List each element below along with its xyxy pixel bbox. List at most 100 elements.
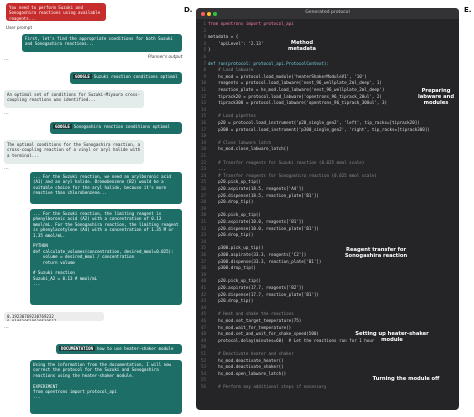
line-number: 25 (200, 179, 206, 185)
line-number: 48 (200, 331, 206, 337)
code-line: hs_mod.deactivate_shaker() (208, 364, 284, 370)
code-line: # Transfer reagents for Sonogashira reac… (208, 172, 377, 178)
line-number: 41 (200, 285, 206, 290)
line-number: 36 (200, 252, 206, 257)
line-number: 17 (200, 126, 206, 132)
line-number: 23 (200, 166, 206, 172)
documentation-query: how to use heater-shaker module (97, 346, 174, 351)
code-line: p20.dispense(17.7, reaction_plate['B1']) (208, 291, 319, 297)
code-output: 0.19230769230769232 0.018518518518518517 (4, 312, 104, 321)
line-number: 43 (200, 298, 206, 304)
line-number: 5 (203, 47, 206, 53)
planner-message-1: First, let's find the appropriate condit… (22, 34, 182, 52)
annotation-module-off: Turning the module off (372, 376, 440, 382)
conversation-panel: You need to perform Suzuki and Sonogashi… (0, 0, 190, 417)
ellipsis: ... (4, 56, 9, 62)
code-line: p20.aspirate(17.7, reagents['B2']) (208, 285, 304, 290)
google-tag: GOOGLE (53, 124, 72, 130)
line-number: 47 (200, 324, 206, 330)
code-line: p20.dispense(18.5, reaction_plate['B1']) (208, 192, 319, 198)
code-line: # Load pipettes (208, 113, 256, 119)
line-number: 50 (200, 344, 206, 350)
code-line: p20.pick_up_tip() (208, 179, 261, 185)
line-number: 11 (200, 87, 206, 92)
code-line: # Perform any additional steps if necess… (208, 384, 327, 389)
line-number: 51 (200, 351, 206, 356)
documentation-search: DOCUMENTATION how to use heater-shaker mo… (56, 344, 182, 354)
line-number: 49 (200, 337, 206, 343)
line-number: 26 (200, 186, 206, 191)
code-line: 'apiLevel': '2.13' (208, 40, 264, 46)
planner-message-3: ... For the Suzuki reaction, the limitin… (30, 209, 182, 305)
code-line: hs_mod.wait_for_temperature() (208, 324, 292, 330)
line-number: 22 (200, 159, 206, 165)
line-number: 29 (200, 205, 206, 211)
code-line: def run(protocol: protocol_api.ProtocolC… (208, 60, 330, 66)
documentation-tag: DOCUMENTATION (59, 346, 96, 352)
line-number: 3 (203, 34, 206, 40)
line-number: 34 (200, 238, 206, 244)
code-area[interactable]: 1 from opentrons import protocol_api 2 3 met… (196, 20, 459, 408)
planner-message-2: ... For the Suzuki reaction, we need an … (30, 172, 182, 204)
ellipsis: ... (4, 110, 9, 116)
code-line: } (208, 47, 211, 53)
code-line: p20.aspirate(18.5, reagents['A4']) (208, 186, 304, 191)
line-number: 13 (200, 100, 206, 106)
line-number: 21 (200, 153, 206, 158)
annotation-reagents: Reagent transfer for Sonogashira reactio… (344, 247, 408, 260)
search-result-1: An optimal set of conditions for Suzuki-… (4, 90, 144, 108)
line-number: 44 (200, 304, 206, 310)
line-number: 39 (200, 271, 206, 277)
line-number: 42 (200, 291, 206, 297)
line-number: 1 (203, 21, 206, 26)
code-line: p300.drop_tip() (208, 265, 256, 271)
line-number: 32 (200, 225, 206, 231)
line-number: 52 (200, 357, 206, 363)
line-number: 18 (200, 133, 206, 139)
code-line: ... (208, 166, 226, 172)
code-line: p300 = protocol.load_instrument('p300_si… (208, 126, 430, 132)
line-number: 55 (200, 377, 206, 383)
line-number: 7 (203, 60, 206, 66)
code-line: p20.dispense(10.0, reaction_plate['B1']) (208, 225, 319, 231)
code-line: p20.drop_tip() (208, 232, 254, 238)
planner-output-label: Planner's output (148, 54, 183, 59)
code-line: p20.pick_up_tip() (208, 278, 261, 284)
line-number: 12 (200, 93, 206, 99)
code-line: # Deactivate heater and shaker (208, 351, 294, 356)
line-number: 14 (200, 106, 206, 112)
line-number: 46 (200, 318, 206, 323)
code-line: hs_mod = protocol.load_module('heaterSha… (208, 73, 367, 79)
code-line: p20.drop_tip() (208, 298, 254, 304)
google-query: Suzuki reaction conditions optimal (93, 74, 178, 79)
google-search-2: GOOGLE Sonogashira reaction conditions op… (50, 122, 182, 134)
line-number: 38 (200, 265, 206, 271)
line-number: 16 (200, 120, 206, 125)
code-line: p20 = protocol.load_instrument('p20_sing… (208, 120, 420, 125)
code-line: metadata = { (208, 34, 239, 40)
user-prompt-bubble: You need to perform Suzuki and Sonogashi… (6, 3, 106, 21)
line-number: 28 (200, 199, 206, 205)
ellipsis: ... (4, 324, 9, 330)
code-line: p20.aspirate(10.0, reagents['B1']) (208, 219, 304, 224)
annotation-heater-shaker: Setting up heater-shaker module (355, 331, 429, 344)
user-prompt-label: User prompt (6, 25, 33, 30)
code-line: p20.pick_up_tip() (208, 212, 261, 218)
line-number: 27 (200, 192, 206, 198)
planner-message-4: Using the information from the documenta… (30, 360, 182, 414)
annotation-labware: Preparing labware and modules (417, 88, 455, 107)
google-tag: GOOGLE (73, 74, 92, 80)
annotation-metadata: Method metadata (287, 40, 317, 53)
line-number: 35 (200, 245, 206, 251)
code-line: from opentrons import protocol_api (208, 21, 294, 26)
line-number: 4 (203, 40, 206, 46)
line-number: 20 (200, 146, 206, 152)
line-number: 9 (203, 73, 206, 79)
code-line: p300.pick_up_tip() (208, 245, 264, 251)
code-line: hs_mod.deactivate_heater() (208, 357, 284, 363)
code-line: hs_mod.set_target_temperature(75) (208, 318, 302, 323)
code-line: # Transfer reagents for Suzuki reaction … (208, 159, 365, 165)
line-number: 24 (200, 172, 206, 178)
line-number: 2 (203, 27, 206, 33)
google-query: Sonogashira reaction conditions optimal (73, 124, 170, 129)
